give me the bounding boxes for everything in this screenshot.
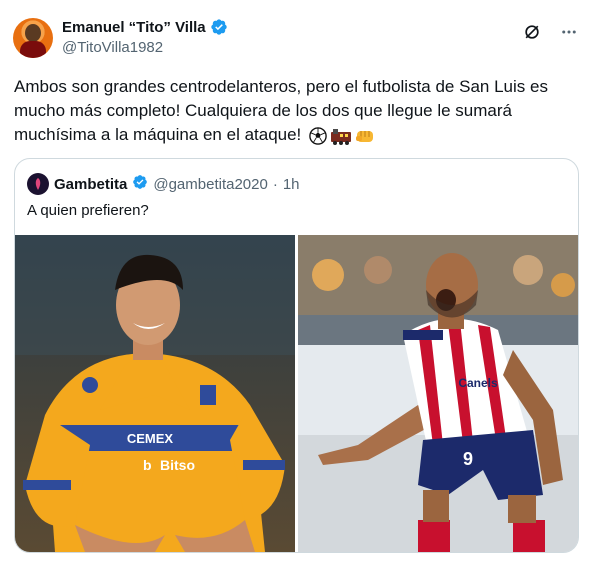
left-shirt-sponsor: CEMEX — [127, 431, 174, 446]
quoted-timestamp[interactable]: 1h — [283, 176, 300, 193]
quoted-author-handle[interactable]: @gambetita2020 — [153, 176, 267, 193]
quoted-author-name[interactable]: Gambetita — [54, 176, 127, 193]
quoted-separator: · — [272, 175, 278, 193]
photo-sanluis-player[interactable]: Canels 9 — [298, 235, 578, 552]
tweet-card: Emanuel “Tito” Villa @TitoVilla1982 Ambo… — [0, 0, 596, 564]
tweet-body: Ambos son grandes centrodelanteros, pero… — [14, 75, 584, 147]
author-name-row: Emanuel “Tito” Villa — [62, 18, 228, 36]
fist-icon — [355, 127, 375, 145]
more-options-icon[interactable] — [560, 23, 578, 41]
tweet-text: Ambos son grandes centrodelanteros, pero… — [14, 77, 548, 144]
author-avatar[interactable] — [13, 18, 53, 58]
quoted-verified-badge-icon — [132, 174, 148, 194]
right-shorts-number: 9 — [463, 449, 473, 469]
svg-text:b: b — [143, 457, 152, 473]
train-icon — [330, 127, 352, 145]
author-name[interactable]: Emanuel “Tito” Villa — [62, 19, 206, 36]
quoted-tweet-header: Gambetita @gambetita2020 · 1h — [27, 173, 300, 195]
quoted-text: A quien prefieren? — [27, 202, 149, 219]
right-shirt-sponsor: Canels — [458, 376, 498, 390]
quoted-author-avatar[interactable] — [27, 173, 49, 195]
tweet-top-actions — [522, 22, 578, 42]
grok-icon[interactable] — [522, 22, 542, 42]
photo-tigres-player[interactable]: CEMEX Bitso b — [15, 235, 295, 552]
left-shirt-sponsor2: Bitso — [160, 457, 195, 473]
author-handle[interactable]: @TitoVilla1982 — [62, 39, 163, 56]
quoted-media: CEMEX Bitso b Canels 9 — [15, 235, 578, 552]
soccer-ball-icon — [309, 126, 327, 145]
verified-badge-icon — [210, 18, 228, 36]
quoted-tweet[interactable]: Gambetita @gambetita2020 · 1h A quien pr… — [14, 158, 579, 553]
